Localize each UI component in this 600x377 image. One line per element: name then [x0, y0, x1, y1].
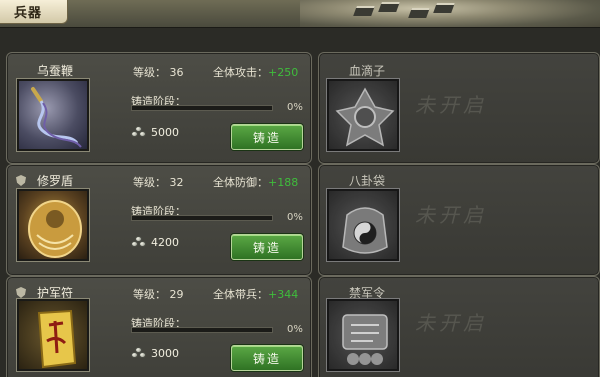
silver-icon — [131, 347, 147, 359]
weapon-panel: 乌蚕鞭 等级： 36 全体攻击：+250 铸造阶段： 0% 5000 铸造 — [6, 52, 312, 164]
forge-progress-percent: 0% — [287, 102, 303, 113]
weapon-panel: 护军符 等级： 29 全体带兵：+344 铸造阶段： 0% 3000 铸造 — [6, 276, 312, 377]
locked-weapon-panel: 血滴子 未开启 — [318, 52, 600, 164]
blood-drop-icon[interactable] — [327, 79, 399, 151]
bonus-text: 全体攻击：+250 — [213, 66, 299, 79]
locked-status-text: 未开启 — [415, 203, 487, 227]
forge-button[interactable]: 铸造 — [231, 345, 303, 371]
shield-badge-icon — [16, 175, 26, 186]
forge-progress-bar — [131, 215, 273, 221]
forge-progress-bar — [131, 105, 273, 111]
forge-progress-bar — [131, 327, 273, 333]
weapon-row-3: 护军符 等级： 29 全体带兵：+344 铸造阶段： 0% 3000 铸造 禁军… — [0, 276, 600, 377]
scenery-image — [300, 0, 600, 27]
weapon-row-1: 乌蚕鞭 等级： 36 全体攻击：+250 铸造阶段： 0% 5000 铸造 血滴… — [0, 52, 600, 164]
top-bar: 兵器 — [0, 0, 600, 28]
locked-weapon-panel: 禁军令 未开启 — [318, 276, 600, 377]
level-text: 等级： 29 — [133, 288, 184, 301]
silver-icon — [131, 126, 147, 138]
forge-cost: 4200 — [151, 236, 179, 249]
locked-weapon-name: 血滴子 — [349, 64, 386, 78]
forge-button[interactable]: 铸造 — [231, 124, 303, 150]
shield-weapon-icon[interactable] — [17, 189, 89, 261]
level-text: 等级： 36 — [133, 66, 184, 79]
silver-icon — [131, 236, 147, 248]
talisman-icon[interactable] — [17, 299, 89, 371]
level-text: 等级： 32 — [133, 176, 184, 189]
weapon-row-2: 修罗盾 等级： 32 全体防御：+188 铸造阶段： 0% 4200 铸造 八卦… — [0, 164, 600, 276]
bonus-text: 全体防御：+188 — [213, 176, 299, 189]
weapon-name: 乌蚕鞭 — [37, 64, 74, 78]
locked-status-text: 未开启 — [415, 311, 487, 335]
bagua-bag-icon[interactable] — [327, 189, 399, 261]
tab-weapons[interactable]: 兵器 — [0, 0, 68, 24]
bonus-text: 全体带兵：+344 — [213, 288, 299, 301]
weapon-panel: 修罗盾 等级： 32 全体防御：+188 铸造阶段： 0% 4200 铸造 — [6, 164, 312, 276]
locked-weapon-name: 八卦袋 — [349, 174, 386, 188]
locked-weapon-panel: 八卦袋 未开启 — [318, 164, 600, 276]
forge-cost: 5000 — [151, 126, 179, 139]
forge-button[interactable]: 铸造 — [231, 234, 303, 260]
weapon-name: 修罗盾 — [37, 174, 74, 188]
token-icon[interactable] — [327, 299, 399, 371]
forge-cost: 3000 — [151, 347, 179, 360]
shield-badge-icon — [16, 287, 26, 298]
forge-progress-percent: 0% — [287, 324, 303, 335]
forge-progress-percent: 0% — [287, 212, 303, 223]
whip-icon[interactable] — [17, 79, 89, 151]
locked-status-text: 未开启 — [415, 93, 487, 117]
